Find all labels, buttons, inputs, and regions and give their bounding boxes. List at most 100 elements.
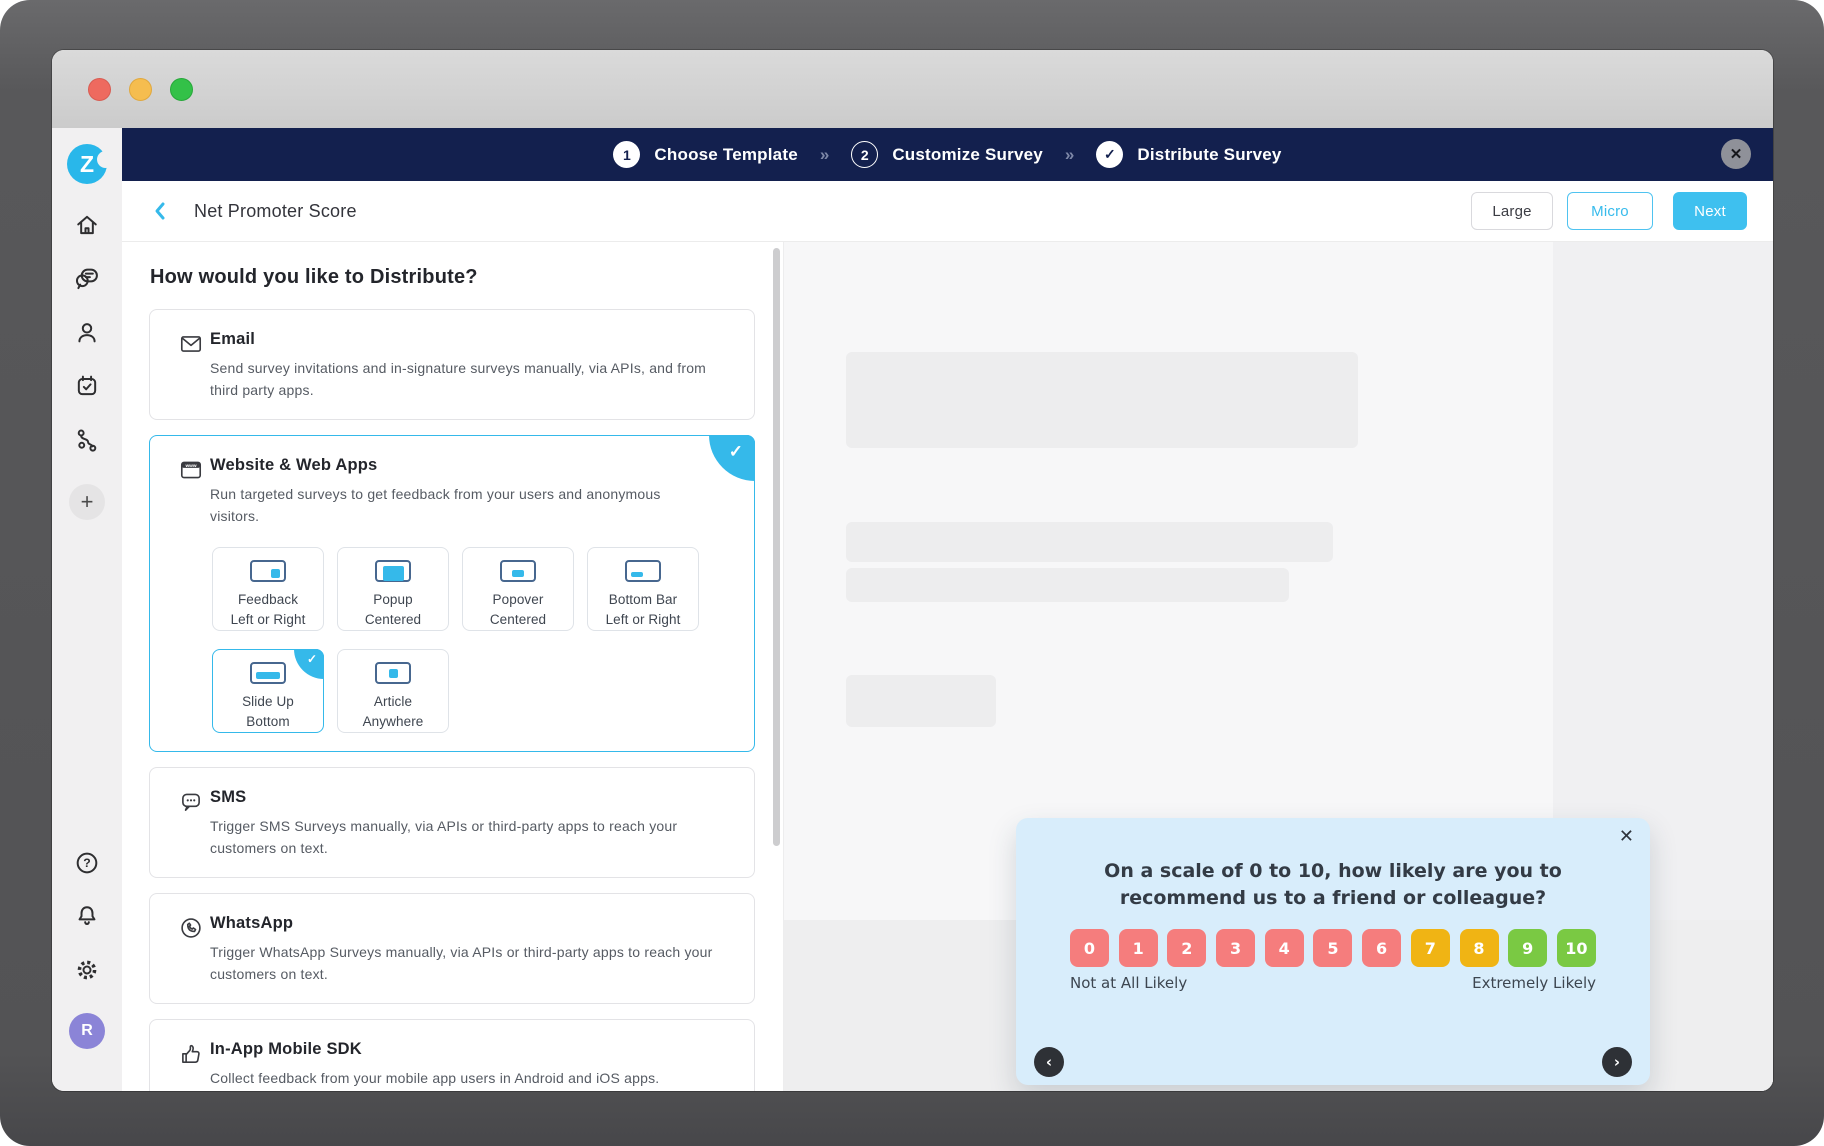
article-placement-icon	[375, 662, 411, 684]
step-customize-survey[interactable]: 2 Customize Survey	[851, 141, 1043, 168]
chat-feedback-icon	[73, 265, 101, 293]
nps-left-label: Not at All Likely	[1070, 974, 1187, 992]
channel-card-mobile-sdk[interactable]: In-App Mobile SDK Collect feedback from …	[149, 1019, 755, 1091]
sidebar-item-home[interactable]	[73, 211, 101, 239]
nps-scale-labels: Not at All Likely Extremely Likely	[1070, 974, 1596, 992]
sidebar-item-responses[interactable]	[73, 265, 101, 293]
nps-score-0[interactable]: 0	[1070, 929, 1109, 967]
survey-preview-area: ✕ On a scale of 0 to 10, how likely are …	[783, 242, 1773, 1091]
step-separator-icon: »	[820, 145, 829, 165]
channel-desc: Collect feedback from your mobile app us…	[210, 1067, 659, 1089]
panel-scrollbar[interactable]	[773, 248, 780, 846]
brand-logo[interactable]: Z	[67, 144, 107, 184]
step-choose-template[interactable]: 1 Choose Template	[613, 141, 797, 168]
preview-placeholder-bar	[846, 522, 1333, 562]
app-window: 1 Choose Template » 2 Customize Survey »…	[52, 50, 1773, 1091]
channel-desc: Trigger SMS Surveys manually, via APIs o…	[210, 815, 730, 859]
minimize-window-button[interactable]	[129, 78, 152, 101]
feedback-placement-icon	[250, 560, 286, 582]
sms-icon	[178, 789, 204, 815]
channel-title: Website & Web Apps	[210, 456, 732, 475]
nps-score-1[interactable]: 1	[1119, 929, 1158, 967]
wizard-step-bar: 1 Choose Template » 2 Customize Survey »…	[122, 128, 1773, 181]
channel-card-email[interactable]: Email Send survey invitations and in-sig…	[149, 309, 755, 420]
nps-score-7[interactable]: 7	[1411, 929, 1450, 967]
nps-score-2[interactable]: 2	[1167, 929, 1206, 967]
sidebar-item-contacts[interactable]	[73, 319, 101, 347]
calendar-check-icon	[73, 372, 101, 400]
distribute-panel: How would you like to Distribute? Email …	[122, 242, 783, 1091]
help-icon: ?	[73, 849, 101, 877]
nps-score-6[interactable]: 6	[1362, 929, 1401, 967]
zoom-window-button[interactable]	[170, 78, 193, 101]
option-popover-centered[interactable]: PopoverCentered	[462, 547, 574, 631]
journey-flow-icon	[73, 426, 101, 454]
channel-title: Email	[210, 330, 730, 349]
survey-close-button[interactable]: ✕	[1619, 826, 1634, 847]
brand-logo-letter: Z	[80, 151, 94, 178]
nps-score-3[interactable]: 3	[1216, 929, 1255, 967]
whatsapp-icon	[178, 915, 204, 941]
close-wizard-button[interactable]: ✕	[1721, 139, 1751, 169]
option-article-anywhere[interactable]: ArticleAnywhere	[337, 649, 449, 733]
size-large-button[interactable]: Large	[1471, 192, 1553, 230]
chevron-left-icon	[152, 201, 168, 221]
channel-title: In-App Mobile SDK	[210, 1040, 659, 1059]
close-window-button[interactable]	[88, 78, 111, 101]
survey-prev-button[interactable]: ‹	[1034, 1047, 1064, 1077]
popover-placement-icon	[500, 560, 536, 582]
user-avatar[interactable]: R	[69, 1013, 105, 1049]
nps-question: On a scale of 0 to 10, how likely are yo…	[1050, 858, 1616, 912]
person-icon	[73, 319, 101, 347]
survey-next-button[interactable]: ›	[1602, 1047, 1632, 1077]
back-button[interactable]	[152, 201, 168, 221]
option-slide-up-bottom[interactable]: ✓ Slide UpBottom	[212, 649, 324, 733]
sidebar-item-surveys[interactable]	[73, 372, 101, 400]
step-distribute-survey[interactable]: ✓ Distribute Survey	[1096, 141, 1281, 168]
nps-score-8[interactable]: 8	[1460, 929, 1499, 967]
next-button[interactable]: Next	[1673, 192, 1747, 230]
step-1-label: Choose Template	[654, 145, 797, 165]
channel-title: WhatsApp	[210, 914, 730, 933]
channel-desc: Run targeted surveys to get feedback fro…	[210, 483, 688, 527]
website-icon: www	[178, 457, 204, 483]
preview-placeholder-block	[846, 352, 1358, 448]
panel-heading: How would you like to Distribute?	[150, 266, 753, 289]
nps-score-9[interactable]: 9	[1508, 929, 1547, 967]
check-icon: ✓	[729, 442, 743, 462]
nps-scale: 0 1 2 3 4 5 6 7 8 9 10	[1070, 929, 1596, 967]
preview-placeholder-bar	[846, 568, 1289, 602]
popup-placement-icon	[375, 560, 411, 582]
thumbs-up-icon	[178, 1041, 204, 1067]
wizard-stepper: 1 Choose Template » 2 Customize Survey »…	[613, 141, 1281, 168]
header-actions: Large Micro Next	[1471, 192, 1747, 230]
sidebar-item-settings[interactable]	[73, 956, 101, 984]
option-bottom-bar[interactable]: Bottom BarLeft or Right	[587, 547, 699, 631]
plus-icon: +	[81, 489, 94, 515]
option-popup-centered[interactable]: PopupCentered	[337, 547, 449, 631]
web-placement-options: FeedbackLeft or Right PopupCentered Popo…	[212, 547, 732, 733]
nps-score-4[interactable]: 4	[1265, 929, 1304, 967]
nps-score-5[interactable]: 5	[1313, 929, 1352, 967]
svg-text:www: www	[184, 464, 196, 469]
page-header: Net Promoter Score Large Micro Next	[122, 181, 1773, 242]
nps-survey-popup: ✕ On a scale of 0 to 10, how likely are …	[1016, 818, 1650, 1085]
channel-card-whatsapp[interactable]: WhatsApp Trigger WhatsApp Surveys manual…	[149, 893, 755, 1004]
slide-up-placement-icon	[250, 662, 286, 684]
sidebar: Z	[52, 128, 122, 1091]
check-icon: ✓	[307, 652, 317, 666]
gear-icon	[73, 956, 101, 984]
channel-title: SMS	[210, 788, 730, 807]
nps-score-10[interactable]: 10	[1557, 929, 1596, 967]
channel-card-sms[interactable]: SMS Trigger SMS Surveys manually, via AP…	[149, 767, 755, 878]
option-feedback-left-right[interactable]: FeedbackLeft or Right	[212, 547, 324, 631]
selected-badge: ✓	[294, 649, 324, 679]
add-new-button[interactable]: +	[69, 484, 105, 520]
size-micro-button[interactable]: Micro	[1567, 192, 1653, 230]
sidebar-item-workflows[interactable]	[73, 426, 101, 454]
sidebar-item-help[interactable]: ?	[73, 849, 101, 877]
channel-card-website[interactable]: ✓ www Website & Web Apps Run targeted su…	[149, 435, 755, 752]
sidebar-item-notifications[interactable]	[73, 902, 101, 930]
avatar-letter: R	[81, 1022, 93, 1040]
step-1-circle: 1	[613, 141, 640, 168]
